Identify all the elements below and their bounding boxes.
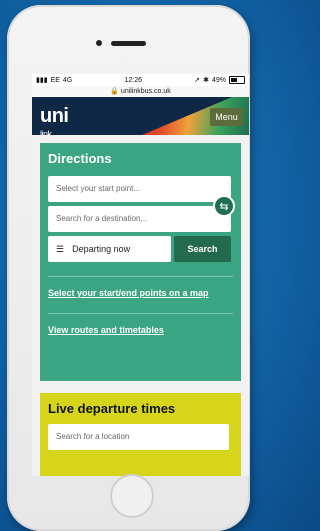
divider: [48, 276, 233, 277]
routes-timetables-link[interactable]: View routes and timetables: [48, 324, 233, 336]
departing-label: Departing now: [72, 244, 131, 254]
search-button[interactable]: Search: [174, 236, 231, 262]
directions-title: Directions: [48, 151, 112, 166]
battery-icon: [228, 76, 245, 84]
live-departures-title: Live departure times: [48, 401, 176, 416]
logo-light: link: [40, 129, 52, 135]
status-bar: ▮▮▮ EE 4G 12:26 ➚ ✱ 49%: [32, 74, 249, 86]
signal-icon: ▮▮▮: [36, 77, 48, 84]
clock: 12:26: [124, 76, 142, 84]
destination-input[interactable]: Search for a destination...: [48, 206, 231, 232]
start-point-input[interactable]: Select your start point...: [48, 176, 231, 202]
battery-percent: 49%: [211, 76, 226, 84]
directions-panel: Directions Select your start point... Se…: [40, 143, 241, 381]
unilink-logo[interactable]: uni link: [40, 105, 69, 135]
speaker-grille: [111, 41, 146, 46]
live-departures-panel: Live departure times Search for a locati…: [40, 393, 241, 476]
location-icon: ➚: [194, 77, 201, 84]
departing-button[interactable]: ☰ Departing now: [48, 236, 171, 262]
phone-screen: ▮▮▮ EE 4G 12:26 ➚ ✱ 49% 🔒 unilinkbus.co.…: [32, 74, 249, 476]
home-button[interactable]: [110, 474, 154, 518]
menu-button[interactable]: Menu: [210, 108, 243, 126]
bluetooth-icon: ✱: [203, 77, 209, 84]
location-search-input[interactable]: Search for a location: [48, 424, 229, 450]
swap-icon[interactable]: ⇆: [213, 195, 235, 217]
map-select-link[interactable]: Select your start/end points on a map: [48, 287, 233, 299]
network-label: 4G: [62, 76, 73, 84]
url-bar[interactable]: 🔒 unilinkbus.co.uk: [32, 86, 249, 97]
site-header: uni link Menu: [32, 97, 249, 135]
main-content: Directions Select your start point... Se…: [32, 135, 249, 476]
phone-frame: ▮▮▮ EE 4G 12:26 ➚ ✱ 49% 🔒 unilinkbus.co.…: [7, 5, 250, 531]
logo-bold: uni: [40, 105, 69, 127]
carrier-label: EE: [50, 76, 60, 84]
camera-icon: [96, 40, 102, 46]
divider: [48, 313, 233, 314]
sliders-icon: ☰: [56, 243, 65, 254]
search-row: ☰ Departing now Search: [48, 236, 233, 262]
